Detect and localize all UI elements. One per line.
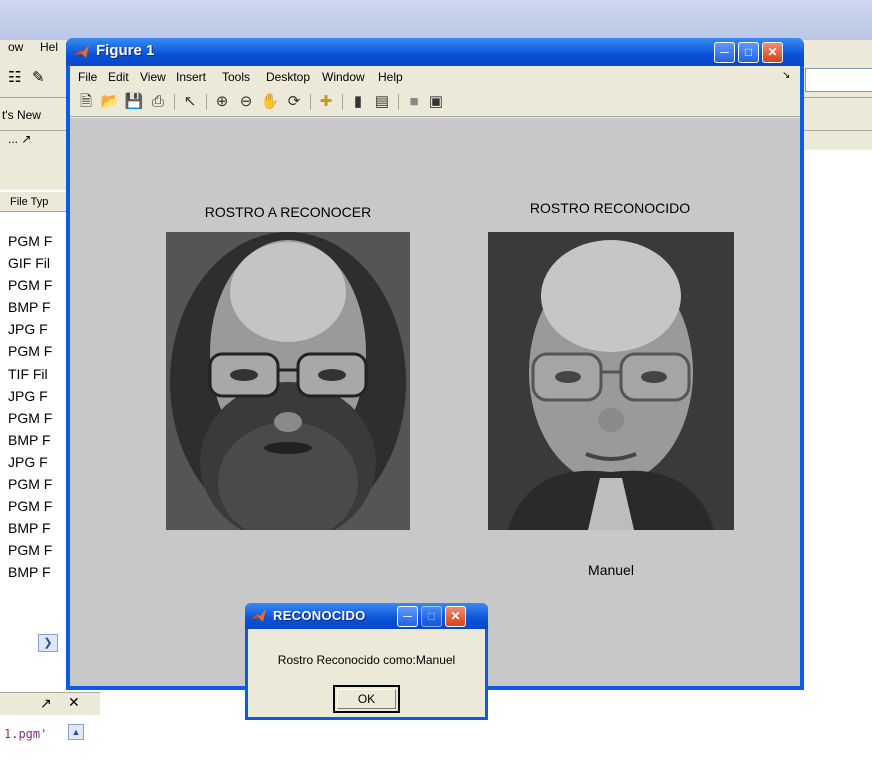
- figure-canvas: ROSTRO A RECONOCER ROSTRO RECONOCIDO Man…: [70, 118, 800, 686]
- command-history-header: ↗ ✕: [0, 692, 100, 715]
- legend-icon[interactable]: ▤: [372, 92, 392, 112]
- current-directory-field[interactable]: [805, 68, 872, 92]
- pointer-icon[interactable]: ↖: [180, 92, 200, 112]
- menu-window[interactable]: Window: [322, 70, 365, 84]
- toolbar-separator: [342, 94, 343, 110]
- show-plot-tools-icon[interactable]: ▣: [426, 92, 446, 112]
- figure-body: File Edit View Insert Tools Desktop Wind…: [70, 66, 800, 686]
- dialog-minimize-button[interactable]: ─: [397, 606, 418, 627]
- ok-button[interactable]: OK: [333, 685, 400, 713]
- ok-button-label: OK: [357, 692, 376, 706]
- menu-edit[interactable]: Edit: [108, 70, 129, 84]
- dialog-maximize-button: □: [421, 606, 442, 627]
- reconocido-dialog: RECONOCIDO ─ □ ✕ Rostro Reconocido como:…: [245, 603, 488, 720]
- list-item[interactable]: PGM F: [8, 407, 52, 429]
- list-item[interactable]: PGM F: [8, 539, 52, 561]
- desktop-tool-icon[interactable]: ☷: [8, 68, 21, 86]
- recognized-name-label: Manuel: [588, 562, 634, 578]
- list-item[interactable]: PGM F: [8, 495, 52, 517]
- left-axes-title: ROSTRO A RECONOCER: [204, 204, 372, 220]
- menu-tools[interactable]: Tools: [222, 70, 250, 84]
- list-item[interactable]: TIF Fil: [8, 363, 52, 385]
- matlab-logo-icon: [75, 45, 89, 58]
- menu-desktop[interactable]: Desktop: [266, 70, 310, 84]
- menu-file[interactable]: File: [78, 70, 97, 84]
- hide-plot-tools-icon[interactable]: ■: [404, 92, 424, 112]
- list-item[interactable]: BMP F: [8, 561, 52, 583]
- desktop-menu-help[interactable]: Hel: [40, 40, 58, 60]
- zoom-out-icon[interactable]: ⊖: [236, 92, 256, 112]
- file-type-column-header[interactable]: File Typ: [0, 192, 67, 212]
- matlab-logo-icon: [252, 609, 266, 622]
- dialog-title: RECONOCIDO: [273, 608, 366, 623]
- toolbar-separator: [398, 94, 399, 110]
- dialog-titlebar[interactable]: RECONOCIDO ─ □ ✕: [245, 603, 488, 629]
- list-item[interactable]: JPG F: [8, 385, 52, 407]
- list-item[interactable]: JPG F: [8, 318, 52, 340]
- query-face-image: [166, 232, 410, 530]
- scroll-right-icon[interactable]: ❯: [38, 634, 58, 652]
- dialog-close-button[interactable]: ✕: [445, 606, 466, 627]
- colorbar-icon[interactable]: ▮: [348, 92, 368, 112]
- list-item[interactable]: GIF Fil: [8, 252, 52, 274]
- zoom-in-icon[interactable]: ⊕: [212, 92, 232, 112]
- menu-dock-arrow-icon[interactable]: ↘: [782, 70, 790, 81]
- recognized-face-image: [488, 232, 734, 530]
- dialog-message: Rostro Reconocido como:Manuel: [277, 653, 456, 667]
- print-icon[interactable]: ⎙: [148, 92, 168, 112]
- toolbar-separator: [310, 94, 311, 110]
- menu-help[interactable]: Help: [378, 70, 403, 84]
- pan-hand-icon[interactable]: ✋: [260, 92, 280, 112]
- undock-icon[interactable]: ↗: [40, 695, 52, 712]
- panel-dots: ... ↗: [8, 132, 32, 146]
- list-item[interactable]: PGM F: [8, 340, 52, 362]
- list-item[interactable]: BMP F: [8, 517, 52, 539]
- dialog-body: Rostro Reconocido como:Manuel OK: [248, 629, 485, 717]
- figure-menubar: File Edit View Insert Tools Desktop Wind…: [70, 66, 800, 88]
- whats-new-link[interactable]: t's New: [2, 108, 41, 122]
- minimize-button[interactable]: ─: [714, 42, 735, 63]
- rotate-3d-icon[interactable]: ⟳: [284, 92, 304, 112]
- list-item[interactable]: BMP F: [8, 429, 52, 451]
- figure-window: Figure 1 ─ □ ✕ File Edit View Insert Too…: [66, 38, 804, 690]
- close-icon[interactable]: ✕: [68, 694, 80, 711]
- data-cursor-icon[interactable]: ✚: [316, 92, 336, 112]
- file-type-list: PGM F GIF Fil PGM F BMP F JPG F PGM F TI…: [8, 230, 52, 584]
- maximize-button[interactable]: □: [738, 42, 759, 63]
- list-item[interactable]: PGM F: [8, 473, 52, 495]
- panel-header: [0, 150, 67, 190]
- close-button[interactable]: ✕: [762, 42, 783, 63]
- desktop-tool-icon-2[interactable]: ✎: [32, 68, 45, 86]
- toolbar-separator: [206, 94, 207, 110]
- menu-view[interactable]: View: [140, 70, 166, 84]
- desktop-title-area: [0, 0, 872, 40]
- list-item[interactable]: BMP F: [8, 296, 52, 318]
- list-item[interactable]: PGM F: [8, 230, 52, 252]
- open-folder-icon[interactable]: 📂: [100, 92, 120, 112]
- menu-insert[interactable]: Insert: [176, 70, 206, 84]
- new-file-icon[interactable]: 🗎: [76, 92, 96, 112]
- figure-titlebar[interactable]: Figure 1 ─ □ ✕: [66, 38, 804, 66]
- scroll-up-icon[interactable]: ▲: [68, 724, 84, 740]
- figure-title: Figure 1: [96, 42, 155, 59]
- toolbar-separator: [174, 94, 175, 110]
- list-item[interactable]: JPG F: [8, 451, 52, 473]
- save-icon[interactable]: 💾: [124, 92, 144, 112]
- desktop-right-area: [805, 150, 872, 767]
- list-item[interactable]: PGM F: [8, 274, 52, 296]
- desktop-menu-window[interactable]: ow: [8, 40, 23, 60]
- command-text: 1.pgm': [4, 727, 48, 741]
- right-axes-title: ROSTRO RECONOCIDO: [529, 200, 691, 216]
- figure-toolbar: 🗎 📂 💾 ⎙ ↖ ⊕ ⊖ ✋ ⟳ ✚ ▮ ▤ ■ ▣: [70, 88, 800, 117]
